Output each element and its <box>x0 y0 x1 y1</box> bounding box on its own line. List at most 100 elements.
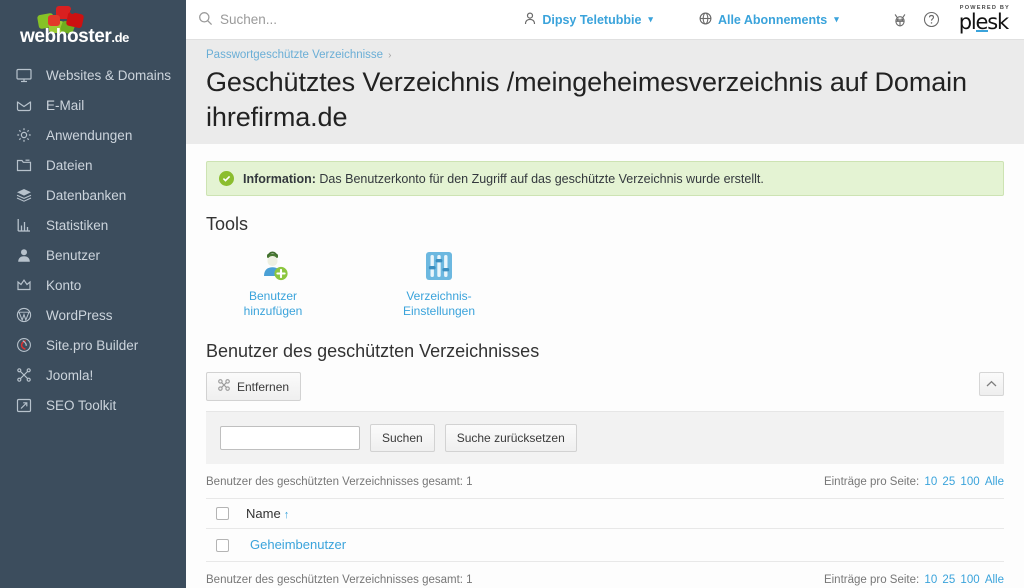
remove-button[interactable]: Entfernen <box>206 372 302 401</box>
list-count-row-top: Benutzer des geschützten Verzeichnisses … <box>206 464 1004 498</box>
breadcrumb-link[interactable]: Passwortgeschützte Verzeichnisse <box>206 49 383 61</box>
user-menu[interactable]: Dipsy Teletubbie ▾ <box>524 11 653 28</box>
breadcrumb-separator: › <box>388 50 392 61</box>
per-page-option-25[interactable]: 25 <box>942 476 955 488</box>
plesk-logo[interactable]: POWERED BY plesk <box>959 5 1010 34</box>
chevron-down-icon: ▾ <box>648 14 653 24</box>
sidebar-item-email[interactable]: E-Mail <box>0 90 186 120</box>
per-page-option-25[interactable]: 25 <box>942 574 955 586</box>
sidebar-item-sitepro-builder[interactable]: Site.pro Builder <box>0 330 186 360</box>
sidebar-item-label: Statistiken <box>46 217 109 233</box>
sidebar-nav: Websites & Domains E-Mail Anwendungen Da… <box>0 60 186 420</box>
top-bar: Suchen... Dipsy Teletubbie ▾ Alle Abonne… <box>186 0 1024 40</box>
sidebar-item-label: SEO Toolkit <box>46 397 117 413</box>
reset-search-button[interactable]: Suche zurücksetzen <box>444 424 577 452</box>
database-icon <box>16 186 38 204</box>
per-page-option-10[interactable]: 10 <box>924 476 937 488</box>
per-page-option-10[interactable]: 10 <box>924 574 937 586</box>
person-icon <box>16 246 38 264</box>
tool-add-user[interactable]: Benutzer hinzufügen <box>218 247 328 319</box>
remove-button-label: Entfernen <box>237 379 290 394</box>
bar-chart-icon <box>16 216 38 234</box>
breadcrumb: Passwortgeschützte Verzeichnisse › <box>206 49 1004 61</box>
search-input[interactable]: Suchen... <box>198 11 277 29</box>
user-name-label: Dipsy Teletubbie <box>542 12 642 27</box>
sort-ascending-icon: ↑ <box>283 509 290 521</box>
page-header: Passwortgeschützte Verzeichnisse › Geschü… <box>186 40 1024 144</box>
subscription-selector[interactable]: Alle Abonnements ▾ <box>699 12 839 28</box>
sidebar-item-label: Konto <box>46 277 82 293</box>
info-banner: Information: Das Benutzerkonto für den Z… <box>206 161 1004 196</box>
sidebar-item-seo-toolkit[interactable]: SEO Toolkit <box>0 390 186 420</box>
reset-search-label: Suche zurücksetzen <box>456 431 565 445</box>
per-page-selector-top: Einträge pro Seite: 10 25 100 Alle <box>824 476 1004 488</box>
chevron-down-icon: ▾ <box>834 14 839 24</box>
joomla-icon <box>16 366 38 384</box>
sidebar-item-konto[interactable]: Konto <box>0 270 186 300</box>
tool-directory-settings[interactable]: Verzeichnis-Einstellungen <box>384 247 494 319</box>
tools-heading: Tools <box>206 214 249 234</box>
sidebar-item-label: Anwendungen <box>46 127 133 143</box>
search-placeholder: Suchen... <box>220 12 278 27</box>
sidebar-item-label: E-Mail <box>46 97 85 113</box>
sidebar-item-label: Websites & Domains <box>46 67 172 83</box>
search-icon <box>198 11 213 29</box>
list-count-row-bottom: Benutzer des geschützten Verzeichnisses … <box>206 562 1004 588</box>
row-checkbox[interactable] <box>216 538 229 552</box>
row-select-cell <box>206 528 236 562</box>
row-name-cell: Geheimbenutzer <box>236 528 1004 562</box>
per-page-option-100[interactable]: 100 <box>960 574 979 586</box>
search-filter-panel: Suchen Suche zurücksetzen <box>206 411 1004 464</box>
list-search-input[interactable] <box>220 426 360 450</box>
sidebar-item-dateien[interactable]: Dateien <box>0 150 186 180</box>
sidebar-item-wordpress[interactable]: WordPress <box>0 300 186 330</box>
per-page-option-100[interactable]: 100 <box>960 476 979 488</box>
sidebar-item-anwendungen[interactable]: Anwendungen <box>0 120 186 150</box>
per-page-option-all[interactable]: Alle <box>985 476 1004 488</box>
sidebar: webhoster.de Websites & Domains E-Mail A <box>0 0 186 588</box>
tool-label: Verzeichnis-Einstellungen <box>402 289 476 318</box>
sidebar-item-label: WordPress <box>46 307 113 323</box>
user-link[interactable]: Geheimbenutzer <box>240 537 346 552</box>
table-header-row: Name ↑ <box>206 498 1004 529</box>
sidebar-item-label: Datenbanken <box>46 187 127 203</box>
sidebar-item-datenbanken[interactable]: Datenbanken <box>0 180 186 210</box>
plesk-wordmark: plesk <box>959 12 1010 33</box>
person-icon <box>524 11 536 28</box>
column-header-label: Name <box>246 506 281 521</box>
info-banner-label: Information: <box>243 171 316 186</box>
search-submit-button[interactable]: Suchen <box>370 424 435 452</box>
per-page-selector-bottom: Einträge pro Seite: 10 25 100 Alle <box>824 574 1004 586</box>
list-heading: Benutzer des geschützten Verzeichnisses <box>206 341 540 361</box>
gear-icon <box>16 126 38 144</box>
list-toolbar: Entfernen <box>206 372 1004 401</box>
plesk-underline-accent <box>975 29 988 33</box>
sidebar-item-joomla[interactable]: Joomla! <box>0 360 186 390</box>
search-submit-label: Suchen <box>382 431 423 445</box>
help-circle-icon[interactable] <box>921 9 943 31</box>
seo-arrow-icon <box>16 396 38 414</box>
sidebar-item-statistiken[interactable]: Statistiken <box>0 210 186 240</box>
sidebar-item-websites-domains[interactable]: Websites & Domains <box>0 60 186 90</box>
main-area: Suchen... Dipsy Teletubbie ▾ Alle Abonne… <box>186 0 1024 588</box>
check-circle-icon <box>219 171 234 186</box>
select-all-checkbox[interactable] <box>216 507 229 520</box>
column-header-name[interactable]: Name ↑ <box>236 498 1004 529</box>
sidebar-item-benutzer[interactable]: Benutzer <box>0 240 186 270</box>
user-add-icon <box>218 247 328 285</box>
brand-word: webhoster <box>20 26 112 47</box>
select-all-header <box>206 498 236 529</box>
per-page-label: Einträge pro Seite: <box>823 574 920 586</box>
wordpress-icon <box>16 306 38 324</box>
total-count-label: Benutzer des geschützten Verzeichnisses … <box>206 574 473 586</box>
globe-icon <box>699 12 712 28</box>
total-count-label: Benutzer des geschützten Verzeichnisses … <box>206 476 473 488</box>
collapse-panel-button[interactable] <box>979 372 1004 396</box>
per-page-option-all[interactable]: Alle <box>985 574 1004 586</box>
bug-icon[interactable] <box>889 9 911 31</box>
monitor-icon <box>16 66 38 84</box>
brand-logo[interactable]: webhoster.de <box>0 0 186 52</box>
sidebar-item-label: Benutzer <box>46 247 101 263</box>
users-table: Name ↑ Geheimbenutzer <box>206 498 1004 562</box>
crown-icon <box>16 276 38 294</box>
